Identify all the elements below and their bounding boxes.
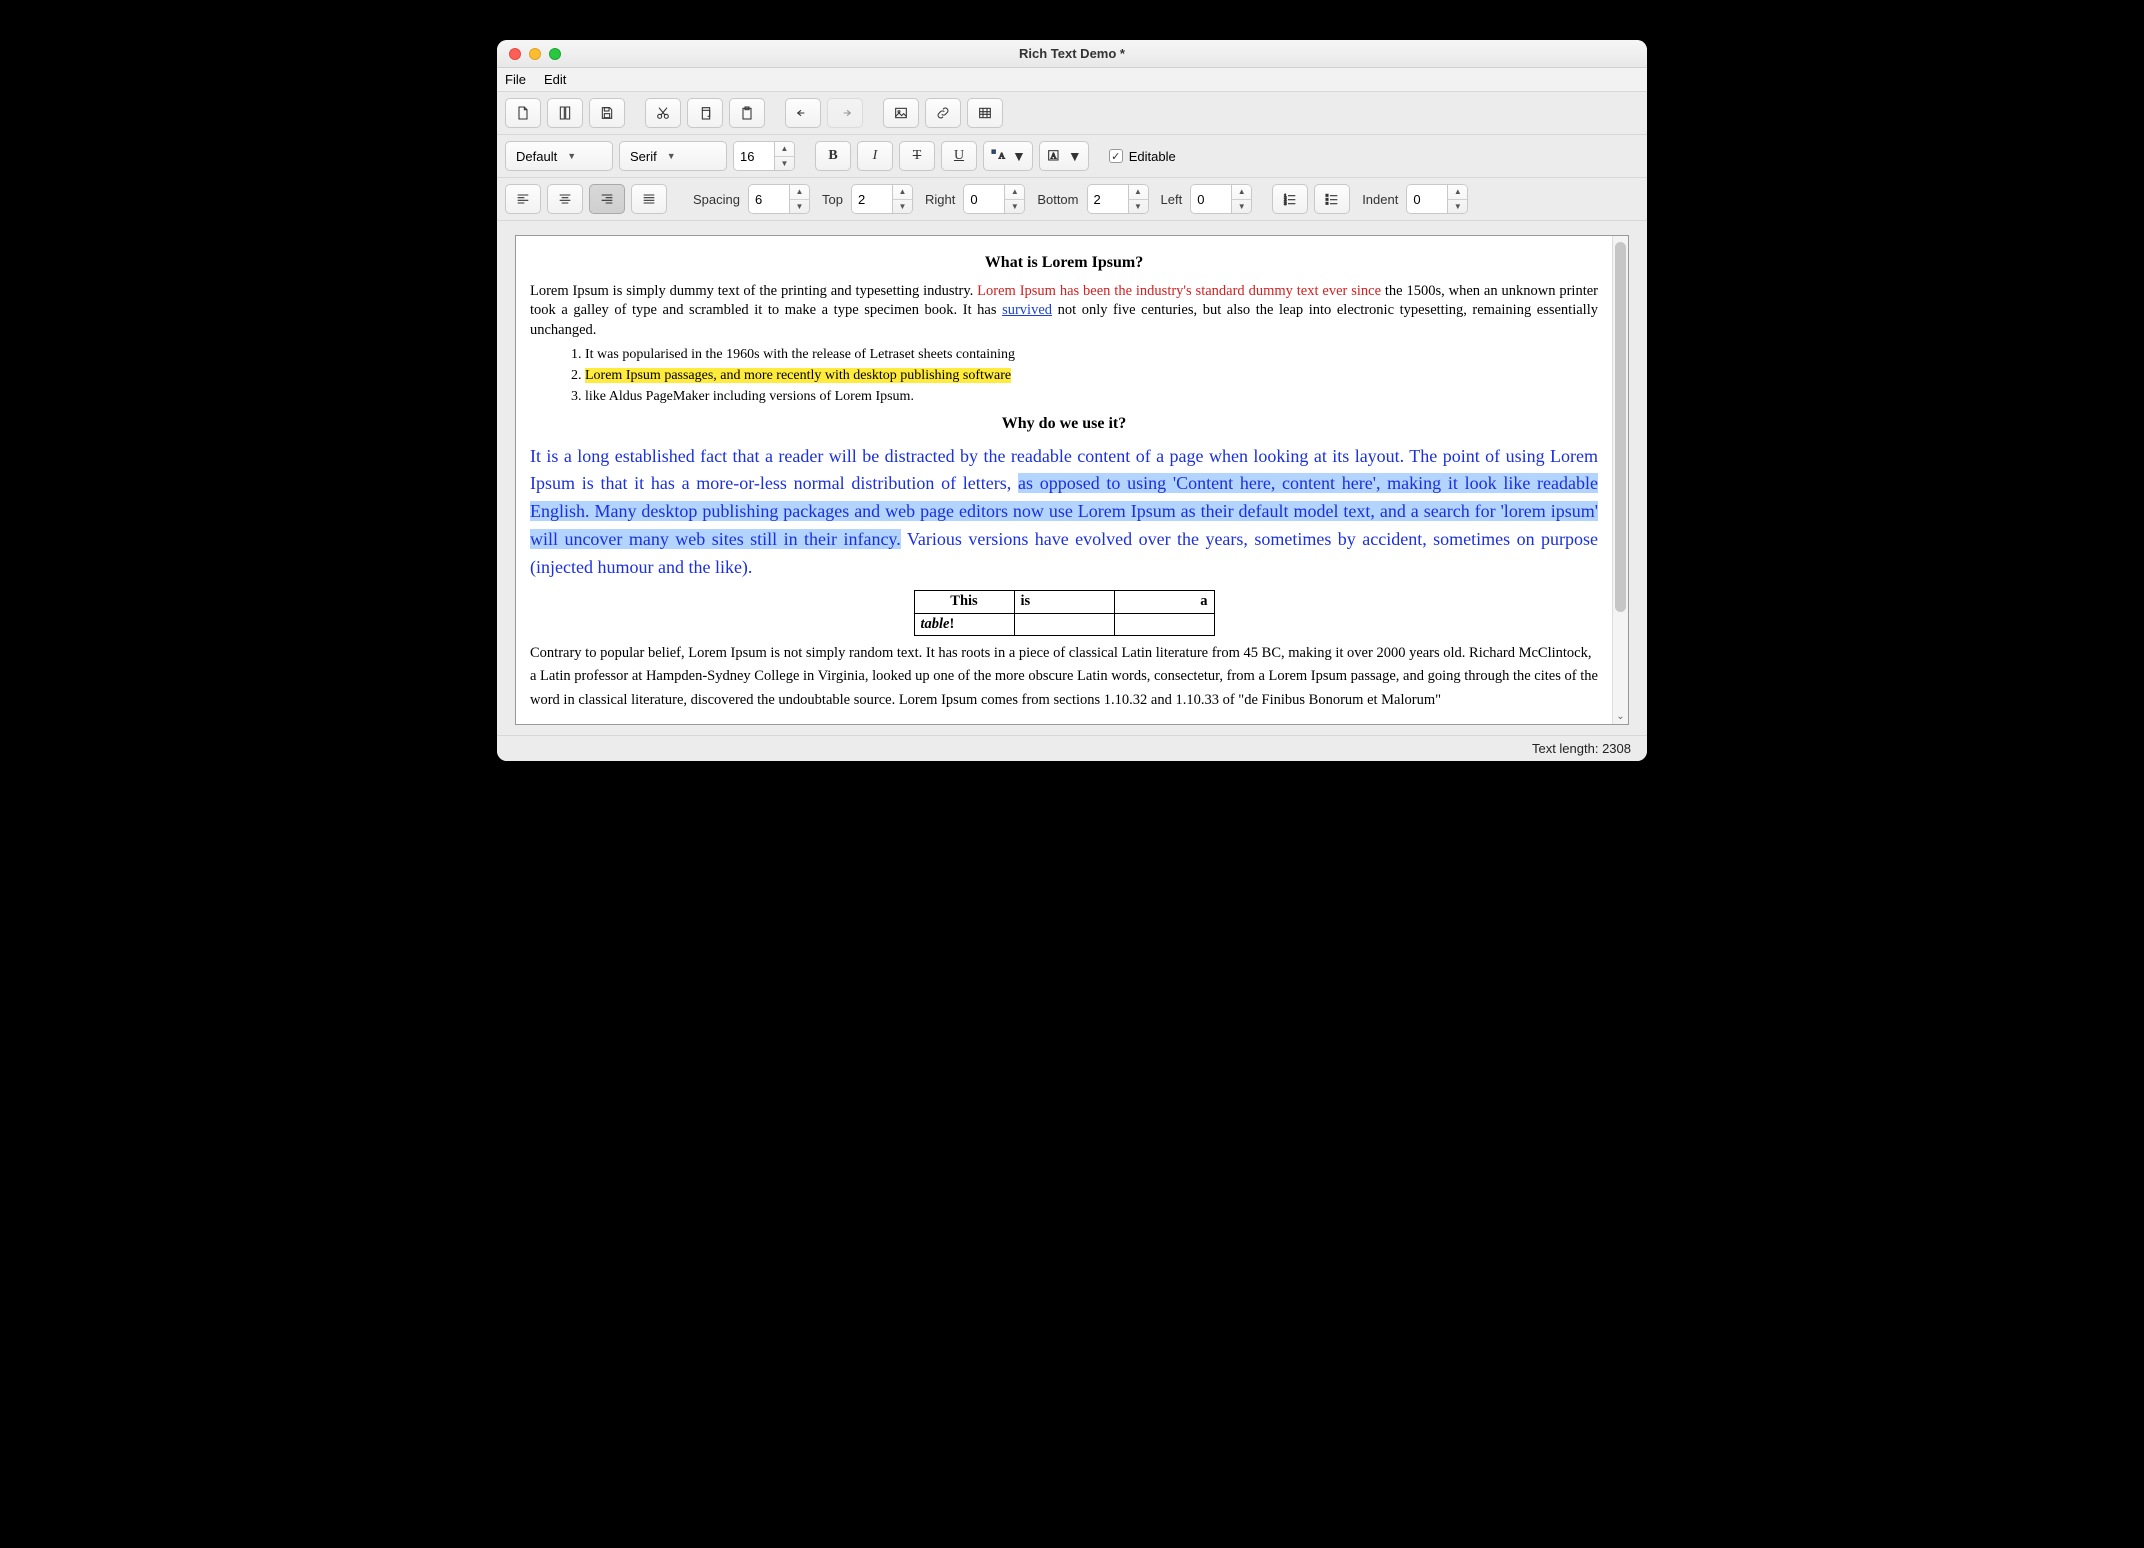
style-combo[interactable]: Default ▼ [505,141,613,171]
highlighted-text: Lorem Ipsum passages, and more recently … [585,368,1011,383]
indent-value[interactable]: 0 [1407,185,1447,213]
minimize-window-button[interactable] [529,48,541,60]
insert-table-button[interactable] [967,98,1003,128]
vertical-scrollbar[interactable]: ⌄ [1612,236,1628,724]
margin-left-spinner[interactable]: 0 ▲▼ [1190,184,1252,214]
toolbar-format: Default ▼ Serif ▼ 16 ▲▼ B I T U A ▼ A ▼ … [497,135,1647,178]
status-bar: Text length: 2308 [497,735,1647,761]
font-size-value[interactable]: 16 [734,142,774,170]
underline-button[interactable]: U [941,141,977,171]
italic-button[interactable]: I [857,141,893,171]
copy-button[interactable] [687,98,723,128]
new-button[interactable] [505,98,541,128]
toolbar-file [497,92,1647,135]
status-text: Text length: 2308 [1532,741,1631,756]
align-left-button[interactable] [505,184,541,214]
margin-bottom-label: Bottom [1031,192,1080,207]
ordered-list: It was popularised in the 1960s with the… [585,346,1598,407]
titlebar: Rich Text Demo * [497,40,1647,68]
font-combo[interactable]: Serif ▼ [619,141,727,171]
list-item: like Aldus PageMaker including versions … [585,388,1598,407]
undo-button[interactable] [785,98,821,128]
svg-text:3: 3 [1284,201,1287,206]
align-justify-button[interactable] [631,184,667,214]
margin-bottom-value[interactable]: 2 [1088,185,1128,213]
margin-right-spinner[interactable]: 0 ▲▼ [963,184,1025,214]
margin-right-value[interactable]: 0 [964,185,1004,213]
insert-image-button[interactable] [883,98,919,128]
indent-label: Indent [1356,192,1400,207]
paragraph-1: Lorem Ipsum is simply dummy text of the … [530,282,1598,341]
bold-button[interactable]: B [815,141,851,171]
editable-label: Editable [1129,149,1176,164]
margin-left-value[interactable]: 0 [1191,185,1231,213]
table-row: table! [914,613,1214,636]
close-window-button[interactable] [509,48,521,60]
toolbar-paragraph: Spacing 6 ▲▼ Top 2 ▲▼ Right 0 ▲▼ Bottom … [497,178,1647,221]
window-controls [497,48,561,60]
menubar: File Edit [497,68,1647,92]
redo-button[interactable] [827,98,863,128]
check-icon: ✓ [1109,149,1123,163]
margin-right-label: Right [919,192,957,207]
heading-2: Why do we use it? [530,413,1598,435]
editable-checkbox[interactable]: ✓ Editable [1109,149,1176,164]
margin-left-label: Left [1155,192,1185,207]
spacing-label: Spacing [687,192,742,207]
scroll-thumb[interactable] [1615,242,1626,612]
font-size-spinner[interactable]: 16 ▲▼ [733,141,795,171]
paragraph-2: It is a long established fact that a rea… [530,443,1598,582]
spacing-value[interactable]: 6 [749,185,789,213]
save-button[interactable] [589,98,625,128]
document-area: What is Lorem Ipsum? Lorem Ipsum is simp… [515,235,1629,725]
table-row: This is a [914,591,1214,614]
heading-1: What is Lorem Ipsum? [530,252,1598,274]
menu-edit[interactable]: Edit [544,72,566,87]
chevron-down-icon: ▼ [667,151,676,161]
strikethrough-button[interactable]: T [899,141,935,171]
list-item: It was popularised in the 1960s with the… [585,346,1598,365]
ordered-list-button[interactable]: 123 [1272,184,1308,214]
insert-link-button[interactable] [925,98,961,128]
margin-top-value[interactable]: 2 [852,185,892,213]
paste-button[interactable] [729,98,765,128]
font-size-down[interactable]: ▼ [775,156,794,171]
menu-file[interactable]: File [505,72,526,87]
indent-spinner[interactable]: 0 ▲▼ [1406,184,1468,214]
survived-link[interactable]: survived [1002,302,1052,318]
open-button[interactable] [547,98,583,128]
zoom-window-button[interactable] [549,48,561,60]
highlight-color-button[interactable]: A ▼ [1039,141,1089,171]
chevron-down-icon: ▼ [1012,148,1026,164]
paragraph-3: Contrary to popular belief, Lorem Ipsum … [530,642,1598,712]
align-center-button[interactable] [547,184,583,214]
spacing-spinner[interactable]: 6 ▲▼ [748,184,810,214]
font-combo-value: Serif [630,149,657,164]
unordered-list-button[interactable] [1314,184,1350,214]
app-window: Rich Text Demo * File Edit [497,40,1647,761]
style-combo-value: Default [516,149,557,164]
document-content[interactable]: What is Lorem Ipsum? Lorem Ipsum is simp… [516,236,1612,724]
font-size-up[interactable]: ▲ [775,142,794,156]
margin-top-label: Top [816,192,845,207]
text-color-button[interactable]: A ▼ [983,141,1033,171]
window-title: Rich Text Demo * [497,46,1647,61]
scroll-down-icon[interactable]: ⌄ [1613,711,1628,722]
svg-text:A: A [999,151,1006,161]
svg-text:A: A [1051,152,1057,161]
list-item: Lorem Ipsum passages, and more recently … [585,367,1598,386]
demo-table: This is a table! [914,590,1215,636]
cut-button[interactable] [645,98,681,128]
margin-bottom-spinner[interactable]: 2 ▲▼ [1087,184,1149,214]
red-text: Lorem Ipsum has been the industry's stan… [977,283,1381,299]
chevron-down-icon: ▼ [1068,148,1082,164]
margin-top-spinner[interactable]: 2 ▲▼ [851,184,913,214]
align-right-button[interactable] [589,184,625,214]
chevron-down-icon: ▼ [567,151,576,161]
